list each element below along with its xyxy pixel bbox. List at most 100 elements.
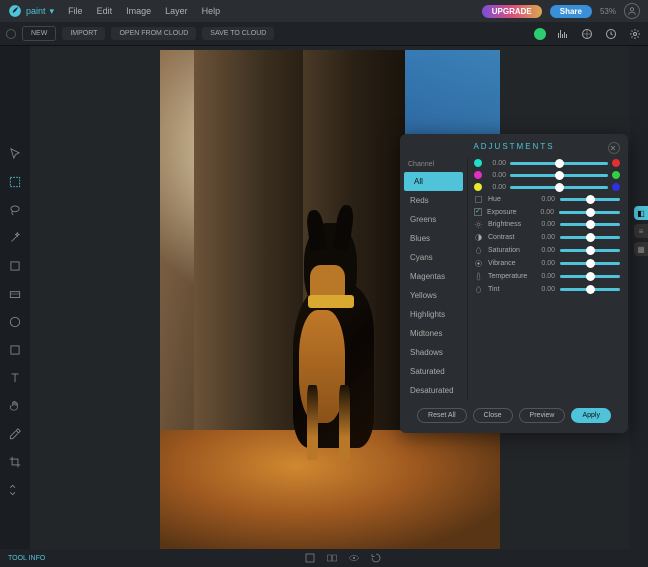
rail-tab-swatches[interactable]: ▦: [634, 242, 648, 256]
pointer-tool[interactable]: [7, 146, 23, 162]
adjustments-icon[interactable]: [580, 27, 594, 41]
histogram-icon[interactable]: [556, 27, 570, 41]
channel-yellows[interactable]: Yellows: [400, 286, 467, 305]
channel-midtones[interactable]: Midtones: [400, 324, 467, 343]
preview-button[interactable]: Preview: [519, 408, 566, 423]
channel-desaturated[interactable]: Desaturated: [400, 381, 467, 400]
shape-tool[interactable]: [7, 342, 23, 358]
bottombar: TOOL INFO: [0, 549, 648, 567]
hand-tool[interactable]: [7, 398, 23, 414]
tint-slider-row: Tint0.00: [474, 285, 620, 294]
gradient-tool[interactable]: [7, 314, 23, 330]
menu-image[interactable]: Image: [126, 6, 151, 16]
fit-screen-icon[interactable]: [304, 552, 316, 564]
save-to-cloud-button[interactable]: SAVE TO CLOUD: [202, 27, 274, 40]
split-view-icon[interactable]: [326, 552, 338, 564]
rail-tab-layers[interactable]: ◧: [634, 206, 648, 220]
slider-thumb[interactable]: [586, 195, 595, 204]
apply-button[interactable]: Apply: [571, 408, 611, 423]
panel-title: ADJUSTMENTS ✕: [400, 142, 628, 157]
swatch-right-icon: [612, 171, 620, 179]
slider-track[interactable]: [510, 174, 608, 177]
slider-label: Vibrance: [488, 260, 530, 267]
slider-label: Brightness: [488, 221, 530, 228]
slider-thumb[interactable]: [555, 171, 564, 180]
slider-thumb[interactable]: [586, 208, 595, 217]
swatch-left-icon: [474, 159, 482, 167]
color-balance-slider-2: 0.00: [474, 183, 620, 191]
gear-icon[interactable]: [628, 27, 642, 41]
marquee-tool[interactable]: [7, 174, 23, 190]
slider-value: 0.00: [535, 286, 555, 293]
adjustments-panel: ADJUSTMENTS ✕ Channel AllRedsGreensBlues…: [400, 134, 628, 433]
status-dot-icon[interactable]: [534, 28, 546, 40]
panel-toggle-icon[interactable]: [6, 29, 16, 39]
slider-track[interactable]: [559, 211, 620, 214]
slider-track[interactable]: [510, 162, 608, 165]
reset-view-icon[interactable]: [370, 552, 382, 564]
right-rail: ◧ ≡ ▦: [630, 46, 648, 549]
slider-thumb[interactable]: [586, 220, 595, 229]
slider-thumb[interactable]: [586, 285, 595, 294]
reset-all-button[interactable]: Reset All: [417, 408, 467, 423]
slider-thumb[interactable]: [586, 272, 595, 281]
channel-blues[interactable]: Blues: [400, 229, 467, 248]
upgrade-button[interactable]: UPGRADE: [482, 5, 542, 18]
slider-thumb[interactable]: [586, 246, 595, 255]
slider-track[interactable]: [560, 262, 620, 265]
wand-tool[interactable]: [7, 230, 23, 246]
channel-highlights[interactable]: Highlights: [400, 305, 467, 324]
clock-icon[interactable]: [604, 27, 618, 41]
channel-greens[interactable]: Greens: [400, 210, 467, 229]
eye-icon[interactable]: [348, 552, 360, 564]
fill-tool[interactable]: [7, 286, 23, 302]
import-button[interactable]: IMPORT: [62, 27, 105, 40]
slider-track[interactable]: [560, 223, 620, 226]
slider-track[interactable]: [560, 198, 620, 201]
menu-edit[interactable]: Edit: [97, 6, 113, 16]
share-button[interactable]: Share: [550, 5, 592, 18]
menu-help[interactable]: Help: [202, 6, 221, 16]
zoom-tool[interactable]: [7, 482, 23, 498]
slider-thumb[interactable]: [586, 233, 595, 242]
slider-track[interactable]: [560, 275, 620, 278]
account-avatar[interactable]: [624, 3, 640, 19]
channel-shadows[interactable]: Shadows: [400, 343, 467, 362]
crop-tool[interactable]: [7, 454, 23, 470]
app-logo[interactable]: paint ▾: [8, 4, 54, 18]
slider-track[interactable]: [560, 288, 620, 291]
channel-reds[interactable]: Reds: [400, 191, 467, 210]
text-tool[interactable]: [7, 370, 23, 386]
checkbox[interactable]: [474, 208, 482, 216]
app-name: paint: [26, 6, 46, 16]
panel-close-button[interactable]: ✕: [608, 142, 620, 154]
zoom-percent[interactable]: 53%: [600, 7, 616, 16]
channel-cyans[interactable]: Cyans: [400, 248, 467, 267]
slider-track[interactable]: [510, 186, 608, 189]
slider-label: Exposure: [487, 209, 529, 216]
channel-magentas[interactable]: Magentas: [400, 267, 467, 286]
menu-file[interactable]: File: [68, 6, 83, 16]
slider-track[interactable]: [560, 249, 620, 252]
lasso-tool[interactable]: [7, 202, 23, 218]
temperature-slider-row: Temperature0.00: [474, 272, 620, 281]
slider-thumb[interactable]: [586, 259, 595, 268]
rail-tab-history[interactable]: ≡: [634, 224, 648, 238]
slider-thumb[interactable]: [555, 159, 564, 168]
slider-value: 0.00: [534, 209, 554, 216]
menu-layer[interactable]: Layer: [165, 6, 188, 16]
slider-label: Contrast: [488, 234, 530, 241]
close-button[interactable]: Close: [473, 408, 513, 423]
channel-all[interactable]: All: [404, 172, 463, 191]
slider-thumb[interactable]: [555, 183, 564, 192]
tool-info-label[interactable]: TOOL INFO: [8, 555, 45, 562]
channel-saturated[interactable]: Saturated: [400, 362, 467, 381]
brush-tool[interactable]: [7, 258, 23, 274]
slider-value: 0.00: [535, 221, 555, 228]
open-from-cloud-button[interactable]: OPEN FROM CLOUD: [111, 27, 196, 40]
new-button[interactable]: NEW: [22, 26, 56, 41]
slider-track[interactable]: [560, 236, 620, 239]
swatch-right-icon: [612, 183, 620, 191]
eyedropper-tool[interactable]: [7, 426, 23, 442]
hue-icon: [474, 195, 483, 204]
